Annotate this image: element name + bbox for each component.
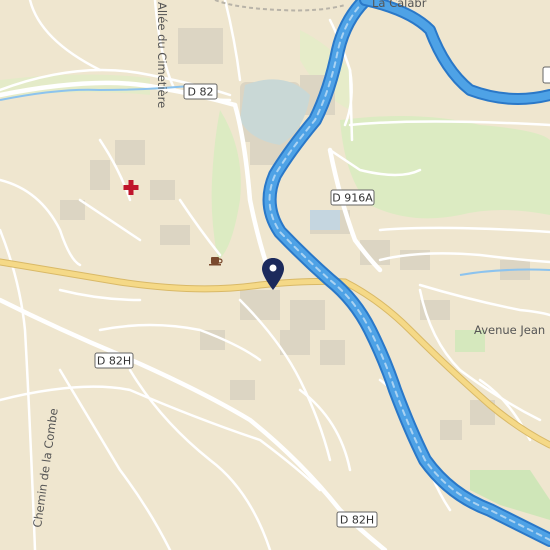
road-shield-d916a: D 916A xyxy=(330,189,375,206)
road-shield-d82-label: D 82 xyxy=(188,86,214,99)
map-canvas[interactable]: D 82 D 916A D 82H D 82H Allée du Cimetiè… xyxy=(0,0,550,550)
street-label-calabr: La Calabr xyxy=(372,0,427,10)
road-shield-d82: D 82 xyxy=(183,83,218,100)
street-label-avenue-jean: Avenue Jean M xyxy=(474,323,550,337)
road-shield-d82h-bottom-label: D 82H xyxy=(340,514,374,527)
road-shield-d82h-bottom: D 82H xyxy=(336,511,378,528)
map-view[interactable]: D 82 D 916A D 82H D 82H Allée du Cimetiè… xyxy=(0,0,550,550)
road-shield-d82h-left: D 82H xyxy=(94,352,134,369)
road-shield-partial xyxy=(542,66,550,84)
road-shield-d916a-label: D 916A xyxy=(332,192,373,205)
road-shield-d82h-left-label: D 82H xyxy=(97,355,131,368)
street-label-cimetiere: Allée du Cimetière xyxy=(155,2,169,108)
